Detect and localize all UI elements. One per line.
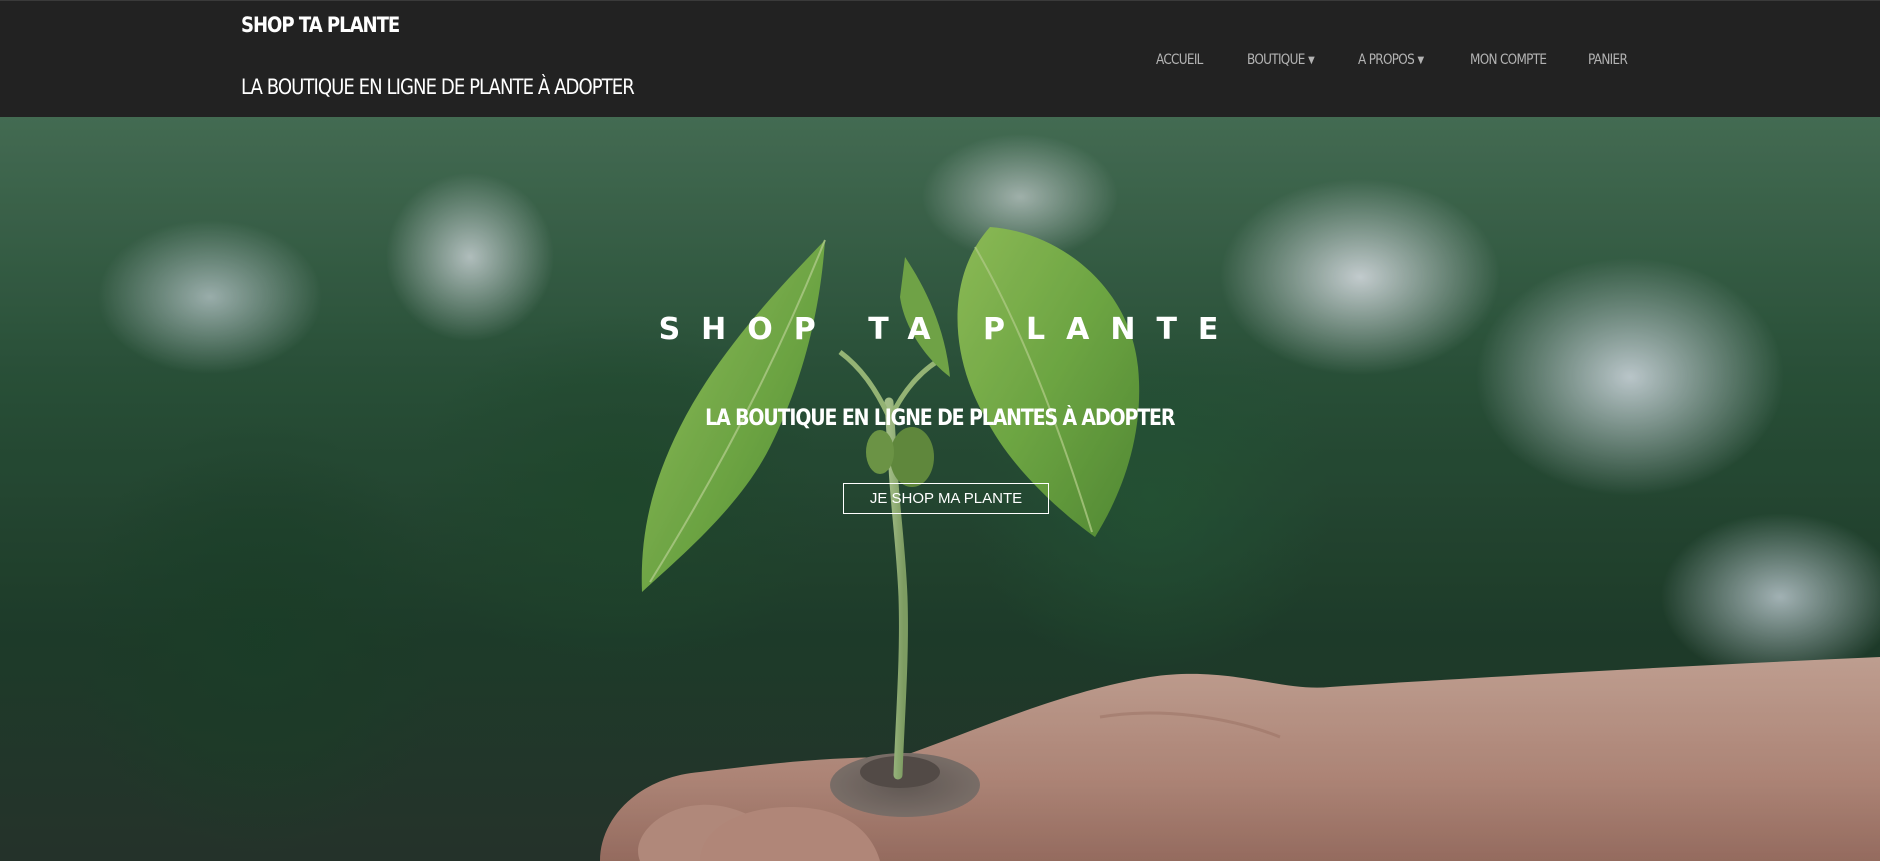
shop-cta-button[interactable]: JE SHOP MA PLANTE: [843, 483, 1049, 514]
nav-item-label: BOUTIQUE: [1247, 52, 1305, 68]
hero-subtitle-text: LA BOUTIQUE EN LIGNE DE PLANTES À ADOPTE…: [705, 406, 1175, 431]
page: SHOP TA PLANTE LA BOUTIQUE EN LIGNE DE P…: [0, 0, 1880, 861]
nav-item-label: MON COMPTE: [1470, 52, 1547, 68]
caret-down-icon: ▼: [1308, 54, 1315, 66]
nav-item-panier[interactable]: PANIER: [1588, 52, 1628, 68]
nav-item-label: A PROPOS: [1358, 52, 1415, 68]
nav-item-boutique[interactable]: BOUTIQUE ▼: [1247, 52, 1315, 68]
nav-item-mon-compte[interactable]: MON COMPTE: [1470, 52, 1547, 68]
caret-down-icon: ▼: [1417, 54, 1424, 66]
hero-title: SHOP TA PLANTE: [658, 312, 1240, 347]
nav-item-a-propos[interactable]: A PROPOS ▼: [1358, 52, 1424, 68]
nav-item-label: ACCUEIL: [1156, 52, 1203, 68]
hero-banner: SHOP TA PLANTE LA BOUTIQUE EN LIGNE DE P…: [0, 117, 1880, 861]
site-title-link[interactable]: SHOP TA PLANTE: [241, 13, 400, 37]
nav-item-accueil[interactable]: ACCUEIL: [1156, 52, 1203, 68]
nav-item-label: PANIER: [1588, 52, 1628, 68]
hero-subtitle: LA BOUTIQUE EN LIGNE DE PLANTES À ADOPTE…: [0, 406, 1880, 431]
site-header: SHOP TA PLANTE LA BOUTIQUE EN LIGNE DE P…: [0, 0, 1880, 117]
site-tagline: LA BOUTIQUE EN LIGNE DE PLANTE À ADOPTER: [241, 75, 635, 99]
